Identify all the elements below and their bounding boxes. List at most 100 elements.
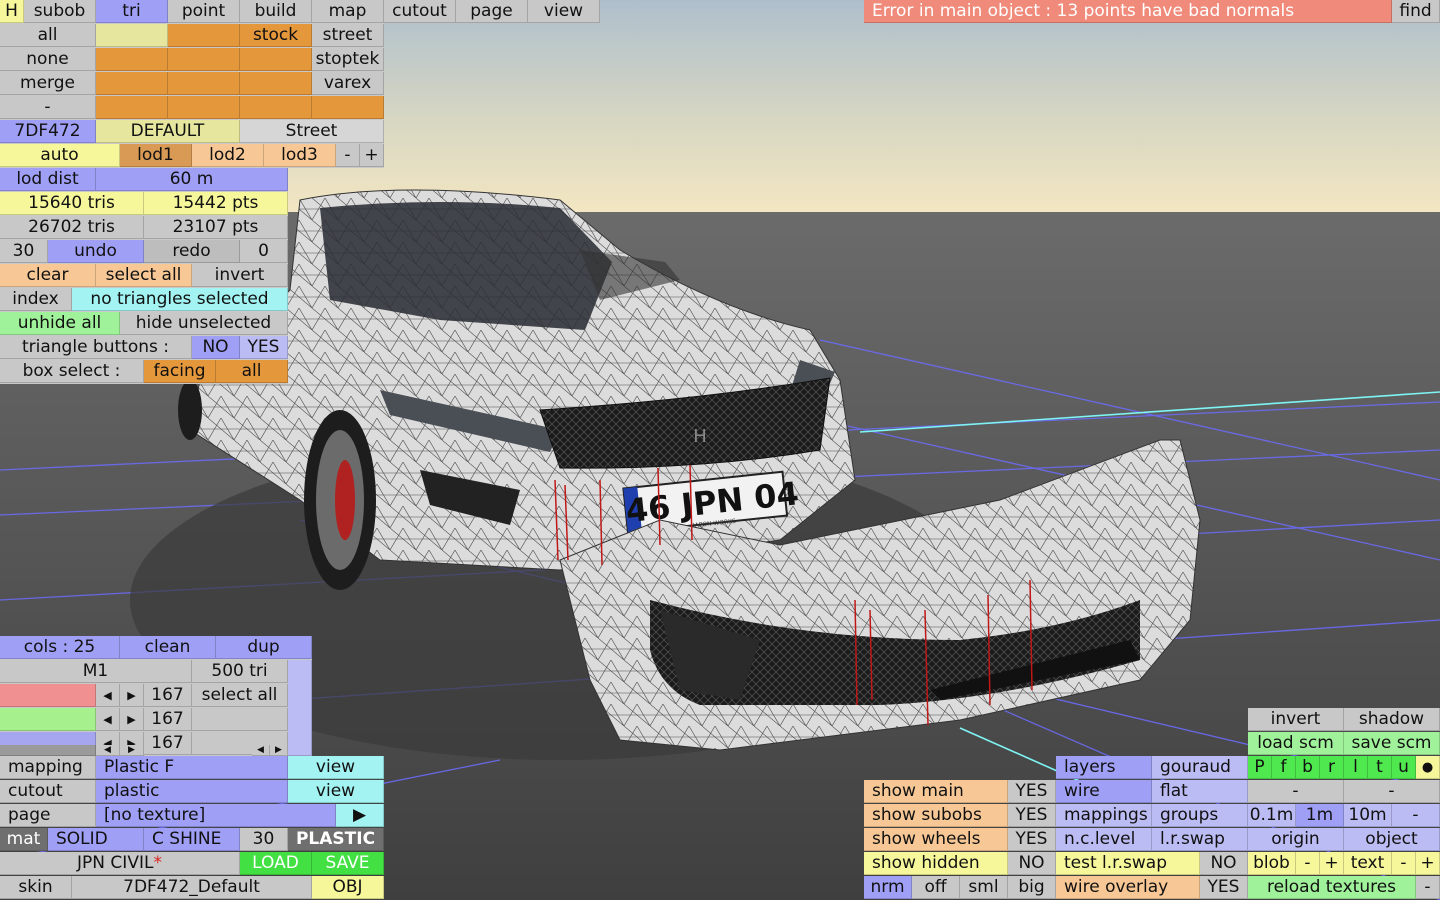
text-button[interactable]: text [1344, 852, 1392, 875]
color-code-button[interactable]: 7DF472 [0, 120, 96, 143]
arrow-left-icon[interactable]: ◀ [96, 745, 120, 756]
origin-button[interactable]: origin [1248, 828, 1344, 851]
tab-point[interactable]: point [168, 0, 240, 23]
solid-button[interactable]: SOLID [48, 828, 144, 851]
arrow-right-icon[interactable]: ▶ [120, 745, 144, 756]
page-texture-value[interactable]: [no texture] [96, 804, 336, 827]
grid-01m[interactable]: 0.1m [1248, 804, 1296, 827]
swatch-c2[interactable] [168, 72, 240, 95]
view-f[interactable]: f [1272, 756, 1296, 779]
merge-button[interactable]: merge [0, 72, 96, 95]
wire-button[interactable]: wire [1056, 780, 1152, 803]
save-scm-button[interactable]: save scm [1344, 732, 1440, 755]
select-all-button[interactable]: all [0, 24, 96, 47]
lod-dist-value[interactable]: 60 m [96, 168, 288, 191]
stock-button[interactable]: stock [240, 24, 312, 47]
street-variant-button[interactable]: Street [240, 120, 384, 143]
show-wheels-toggle[interactable]: YES [1008, 828, 1056, 851]
undo-button[interactable]: undo [48, 240, 144, 263]
box-select-facing[interactable]: facing [144, 360, 216, 383]
load-button[interactable]: LOAD [240, 852, 312, 875]
dot-icon[interactable]: ● [1416, 756, 1440, 779]
view-r[interactable]: r [1320, 756, 1344, 779]
view-l[interactable]: l [1344, 756, 1368, 779]
grid-10m[interactable]: 10m [1344, 804, 1392, 827]
grid-1m[interactable]: 1m [1296, 804, 1344, 827]
groups-button[interactable]: groups [1152, 804, 1248, 827]
grid-minus[interactable]: - [1392, 804, 1440, 827]
nc-level-button[interactable]: n.c.level [1056, 828, 1152, 851]
save-button[interactable]: SAVE [312, 852, 384, 875]
tab-cutout[interactable]: cutout [384, 0, 456, 23]
find-button[interactable]: find [1392, 0, 1440, 23]
arrow-left-icon[interactable]: ◀ [96, 684, 120, 707]
blob-minus[interactable]: - [1296, 852, 1320, 875]
view-t[interactable]: t [1368, 756, 1392, 779]
box-select-all[interactable]: all [216, 360, 288, 383]
plastic-button[interactable]: PLASTIC [288, 828, 384, 851]
triangle-buttons-no[interactable]: NO [192, 336, 240, 359]
skin-value[interactable]: 7DF472_Default [72, 876, 312, 899]
invert-button[interactable]: invert [1248, 708, 1344, 731]
obj-button[interactable]: OBJ [312, 876, 384, 899]
swatch-c3[interactable] [240, 72, 312, 95]
view-b[interactable]: b [1296, 756, 1320, 779]
play-icon[interactable]: ▶ [336, 804, 384, 827]
mappings-button[interactable]: mappings [1056, 804, 1152, 827]
show-main-toggle[interactable]: YES [1008, 780, 1056, 803]
shadow-button[interactable]: shadow [1344, 708, 1440, 731]
mapping-view-button[interactable]: view [288, 756, 384, 779]
dash-a[interactable]: - [1248, 780, 1344, 803]
nrm-small[interactable]: sml [960, 876, 1008, 899]
lod-auto-button[interactable]: auto [0, 144, 120, 167]
nrm-off[interactable]: off [912, 876, 960, 899]
c-shine-button[interactable]: C SHINE [144, 828, 240, 851]
tab-page[interactable]: page [456, 0, 528, 23]
mapping-value[interactable]: Plastic F [96, 756, 288, 779]
lr-swap-button[interactable]: l.r.swap [1152, 828, 1248, 851]
lod3-button[interactable]: lod3 [264, 144, 336, 167]
swatch-d3[interactable] [240, 96, 312, 119]
show-subobs-toggle[interactable]: YES [1008, 804, 1056, 827]
text-minus[interactable]: - [1392, 852, 1416, 875]
wire-overlay-toggle[interactable]: YES [1200, 876, 1248, 899]
nrm-big[interactable]: big [1008, 876, 1056, 899]
swatch-b2[interactable] [168, 48, 240, 71]
triangle-buttons-yes[interactable]: YES [240, 336, 288, 359]
cutout-value[interactable]: plastic [96, 780, 288, 803]
view-u[interactable]: u [1392, 756, 1416, 779]
invert-selection-button[interactable]: invert [192, 264, 288, 287]
swatch-b3[interactable] [240, 48, 312, 71]
tab-view[interactable]: view [528, 0, 600, 23]
dash-button[interactable]: - [0, 96, 96, 119]
nrm-button[interactable]: nrm [864, 876, 912, 899]
lod2-button[interactable]: lod2 [192, 144, 264, 167]
swatch-c1[interactable] [96, 72, 168, 95]
color-swatch-red[interactable] [0, 684, 96, 707]
swatch-d2[interactable] [168, 96, 240, 119]
blob-button[interactable]: blob [1248, 852, 1296, 875]
gouraud-button[interactable]: gouraud [1152, 756, 1248, 779]
lod-minus-button[interactable]: - [336, 144, 360, 167]
tab-build[interactable]: build [240, 0, 312, 23]
clear-button[interactable]: clear [0, 264, 96, 287]
varex-button[interactable]: varex [312, 72, 384, 95]
lod1-button[interactable]: lod1 [120, 144, 192, 167]
street-button[interactable]: street [312, 24, 384, 47]
dup-button[interactable]: dup [216, 636, 312, 659]
view-p[interactable]: P [1248, 756, 1272, 779]
cutout-view-button[interactable]: view [288, 780, 384, 803]
blob-plus[interactable]: + [1320, 852, 1344, 875]
layers-button[interactable]: layers [1056, 756, 1152, 779]
hide-unselected-button[interactable]: hide unselected [120, 312, 288, 335]
scroll-left-icon[interactable]: ◀ [252, 745, 270, 756]
load-scm-button[interactable]: load scm [1248, 732, 1344, 755]
swatch-d1[interactable] [96, 96, 168, 119]
color-swatch-gray[interactable] [0, 745, 96, 756]
tab-subob[interactable]: subob [24, 0, 96, 23]
cols-scrollbar[interactable] [288, 660, 312, 756]
tab-map[interactable]: map [312, 0, 384, 23]
select-none-button[interactable]: none [0, 48, 96, 71]
index-button[interactable]: index [0, 288, 72, 311]
lod-plus-button[interactable]: + [360, 144, 384, 167]
